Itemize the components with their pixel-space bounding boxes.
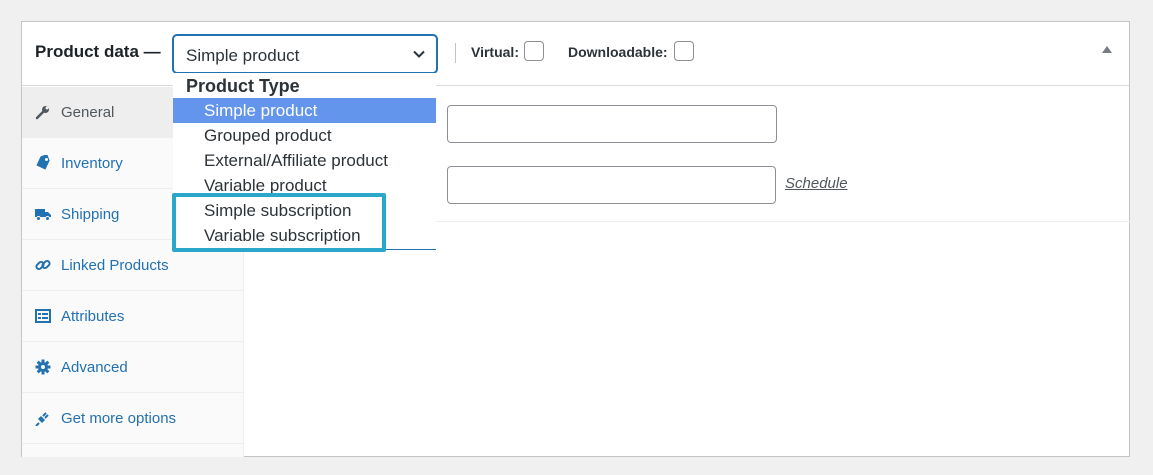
tab-label: Get more options: [61, 410, 177, 427]
chevron-down-icon: [413, 50, 425, 58]
header-separator: [455, 43, 456, 63]
virtual-label: Virtual:: [471, 44, 519, 60]
tab-label: Linked Products: [61, 257, 169, 274]
gear-icon: [35, 359, 51, 375]
option-variable-product[interactable]: Variable product: [173, 173, 436, 198]
tab-get-more-options[interactable]: Get more options: [22, 393, 243, 444]
downloadable-label: Downloadable:: [568, 44, 668, 60]
list-view-icon: [35, 309, 51, 323]
product-type-select-value: Simple product: [186, 46, 300, 65]
tab-label: Shipping: [61, 206, 120, 223]
wrench-icon: [35, 106, 49, 120]
virtual-checkbox[interactable]: [524, 41, 544, 61]
product-type-dropdown: Product Type Simple product Grouped prod…: [173, 73, 436, 250]
product-type-select[interactable]: Simple product: [173, 35, 437, 73]
option-simple-subscription[interactable]: Simple subscription: [173, 198, 436, 223]
tab-label: Attributes: [61, 308, 125, 325]
downloadable-checkbox[interactable]: [674, 41, 694, 61]
tag-icon: [36, 155, 50, 170]
link-icon: [35, 259, 51, 271]
option-variable-subscription[interactable]: Variable subscription: [173, 223, 436, 248]
tab-label: General: [61, 104, 115, 121]
option-simple-product[interactable]: Simple product: [173, 98, 436, 123]
sale-price-input[interactable]: [447, 166, 776, 204]
product-data-title: Product data —: [35, 42, 161, 61]
tab-label: Advanced: [61, 359, 128, 376]
tab-label: Inventory: [61, 155, 123, 172]
tab-advanced[interactable]: Advanced: [22, 342, 243, 393]
schedule-link[interactable]: Schedule: [785, 175, 848, 192]
option-external-affiliate-product[interactable]: External/Affiliate product: [173, 148, 436, 173]
option-grouped-product[interactable]: Grouped product: [173, 123, 436, 148]
collapse-arrow-icon[interactable]: [1102, 46, 1112, 53]
regular-price-input[interactable]: [447, 105, 777, 143]
tab-attributes[interactable]: Attributes: [22, 291, 243, 342]
truck-icon: [35, 209, 51, 221]
plugin-icon: [35, 412, 49, 426]
dropdown-group-label: Product Type: [186, 76, 300, 96]
